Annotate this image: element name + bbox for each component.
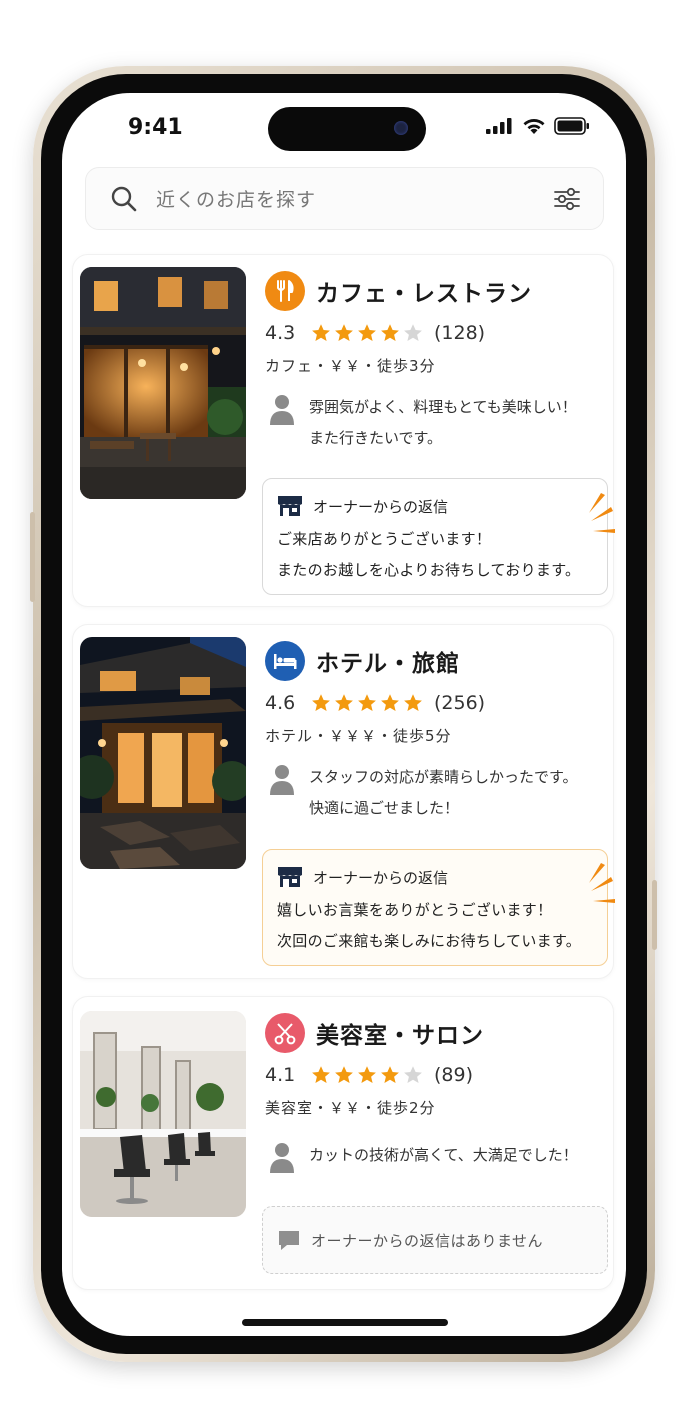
star-icon: [335, 694, 353, 711]
status-icons: [486, 117, 590, 135]
listing-title[interactable]: カフェ・レストラン: [316, 274, 532, 308]
listing-meta: 美容室・￥￥・徒歩2分: [265, 1099, 436, 1117]
screen: 9:41 近くのお店を探す カフェ・レストラン 4.3 (128) カフェ・￥￥…: [62, 93, 626, 1336]
star-icon: [404, 1066, 422, 1083]
listing-info: 美容室・サロン 4.1 (89) 美容室・￥￥・徒歩2分 カットの技術が高くて、…: [265, 1013, 610, 1174]
wifi-icon: [523, 118, 545, 134]
star-rating: [311, 323, 423, 343]
listing-title[interactable]: ホテル・旅館: [316, 644, 460, 678]
camera-icon: [394, 121, 408, 135]
star-icon: [312, 1066, 330, 1083]
highlight-burst-icon: [589, 493, 615, 533]
owner-reply: オーナーからの返信 嬉しいお言葉をありがとうございます！ 次回のご来館も楽しみに…: [262, 849, 608, 966]
rating-value: 4.3: [265, 322, 296, 344]
listing-card-salon[interactable]: 美容室・サロン 4.1 (89) 美容室・￥￥・徒歩2分 カットの技術が高くて、…: [72, 996, 614, 1290]
storefront-icon: [278, 867, 302, 887]
star-icon: [335, 1066, 353, 1083]
filter-sliders-icon[interactable]: [553, 185, 581, 213]
review: カットの技術が高くて、大満足でした！: [265, 1140, 610, 1174]
owner-reply: オーナーからの返信 ご来店ありがとうございます！ またのお越しを心よりお待ちして…: [262, 478, 608, 595]
review-count[interactable]: (128): [434, 322, 485, 344]
star-icon: [335, 324, 353, 341]
scissors-icon: [265, 1013, 305, 1053]
reply-line: またのお越しを心よりお待ちしております。: [277, 561, 581, 579]
search-icon: [111, 186, 137, 211]
star-icon: [358, 324, 376, 341]
user-icon: [270, 765, 294, 795]
rating-value: 4.1: [265, 1064, 296, 1086]
listing-title[interactable]: 美容室・サロン: [316, 1016, 484, 1050]
status-time: 9:41: [128, 115, 183, 140]
fork-knife-icon: [265, 271, 305, 311]
review-line: 快適に過ごせました！: [309, 799, 460, 817]
reply-label: オーナーからの返信はありません: [311, 1231, 544, 1250]
user-icon: [270, 395, 294, 425]
highlight-burst-icon: [589, 863, 615, 903]
review-count[interactable]: (256): [434, 692, 485, 714]
review-count[interactable]: (89): [434, 1064, 473, 1086]
review-line: スタッフの対応が素晴らしかったです。: [309, 768, 578, 786]
signal-icon: [486, 118, 512, 134]
star-icon: [358, 694, 376, 711]
storefront-icon: [278, 496, 302, 516]
listing-info: ホテル・旅館 4.6 (256) ホテル・￥￥￥・徒歩5分 スタッフの対応が素晴…: [265, 641, 610, 824]
star-icon: [404, 694, 422, 711]
reply-line: 次回のご来館も楽しみにお待ちしています。: [277, 932, 582, 950]
review: スタッフの対応が素晴らしかったです。 快適に過ごせました！: [265, 762, 610, 824]
star-icon: [358, 1066, 376, 1083]
star-icon: [381, 694, 399, 711]
listing-meta: カフェ・￥￥・徒歩3分: [265, 357, 436, 375]
star-icon: [404, 324, 422, 341]
review-line: また行きたいです。: [309, 429, 443, 447]
review-line: カットの技術が高くて、大満足でした！: [309, 1146, 578, 1164]
review: 雰囲気がよく、料理もとても美味しい！ また行きたいです。: [265, 392, 610, 454]
no-owner-reply: オーナーからの返信はありません: [262, 1206, 608, 1274]
star-icon: [312, 324, 330, 341]
reply-label: オーナーからの返信: [313, 497, 449, 516]
star-icon: [381, 324, 399, 341]
search-input[interactable]: 近くのお店を探す: [156, 185, 553, 212]
battery-icon: [554, 117, 589, 135]
listing-info: カフェ・レストラン 4.3 (128) カフェ・￥￥・徒歩3分 雰囲気がよく、料…: [265, 271, 610, 454]
star-rating: [311, 1065, 423, 1085]
user-icon: [270, 1143, 294, 1173]
rating-value: 4.6: [265, 692, 296, 714]
reply-label: オーナーからの返信: [313, 868, 449, 887]
power-button: [652, 880, 657, 950]
salon-photo: [80, 1011, 246, 1217]
reply-line: ご来店ありがとうございます！: [277, 530, 492, 548]
listing-card-cafe[interactable]: カフェ・レストラン 4.3 (128) カフェ・￥￥・徒歩3分 雰囲気がよく、料…: [72, 254, 615, 607]
review-line: 雰囲気がよく、料理もとても美味しい！: [309, 398, 577, 416]
dynamic-island: [268, 107, 426, 151]
star-icon: [312, 694, 330, 711]
reply-line: 嬉しいお言葉をありがとうございます！: [277, 901, 553, 919]
star-rating: [311, 693, 423, 713]
home-indicator[interactable]: [242, 1319, 448, 1326]
chat-bubble-icon: [279, 1231, 299, 1250]
listing-meta: ホテル・￥￥￥・徒歩5分: [265, 727, 452, 745]
star-icon: [381, 1066, 399, 1083]
cafe-photo: [80, 267, 246, 499]
hotel-photo: [80, 637, 246, 869]
silent-switch: [30, 512, 35, 602]
listing-card-hotel[interactable]: ホテル・旅館 4.6 (256) ホテル・￥￥￥・徒歩5分 スタッフの対応が素晴…: [72, 624, 615, 979]
bed-icon: [265, 641, 305, 681]
search-bar[interactable]: 近くのお店を探す: [85, 167, 604, 230]
